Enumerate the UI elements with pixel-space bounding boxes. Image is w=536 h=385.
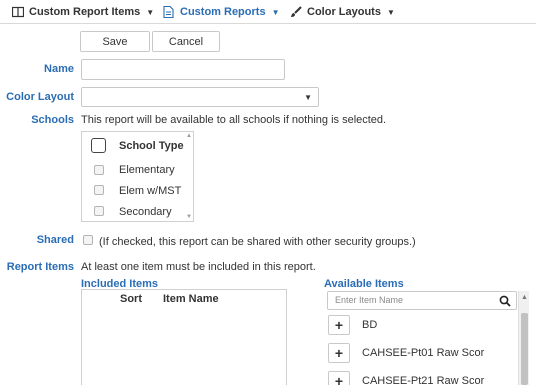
color-layout-select[interactable]: ▼ xyxy=(81,87,319,107)
schools-label: Schools xyxy=(31,114,74,126)
list-item: + BD xyxy=(327,314,377,336)
top-menu-bar: Custom Report Items ▼ Custom Reports ▼ C… xyxy=(0,0,536,24)
school-checkbox-secondary[interactable] xyxy=(94,206,104,216)
name-input[interactable] xyxy=(81,59,285,80)
menu-label: Custom Reports xyxy=(180,6,266,18)
included-items-table: Sort Item Name xyxy=(81,289,287,385)
shared-checkbox[interactable] xyxy=(83,235,93,245)
plus-icon: + xyxy=(334,345,344,361)
add-item-button[interactable]: + xyxy=(328,343,350,363)
menu-label: Color Layouts xyxy=(307,6,381,18)
scroll-up-icon[interactable]: ▲ xyxy=(521,294,528,301)
column-header-item-name[interactable]: Item Name xyxy=(163,293,219,305)
report-items-hint: At least one item must be included in th… xyxy=(81,261,316,273)
available-item-label: BD xyxy=(362,319,378,331)
select-all-checkbox[interactable] xyxy=(91,138,106,153)
list-item: + CAHSEE-Pt21 Raw Scor xyxy=(327,370,484,385)
schools-hint: This report will be available to all sch… xyxy=(81,114,387,126)
report-items-label: Report Items xyxy=(6,261,74,273)
chevron-down-icon: ▼ xyxy=(271,7,280,17)
school-item-label: Elem w/MST xyxy=(119,185,182,197)
color-layout-label: Color Layout xyxy=(6,91,74,103)
available-items-scrollbar[interactable]: ▲ xyxy=(518,291,529,385)
menu-label: Custom Report Items xyxy=(29,6,141,18)
scroll-down-icon[interactable]: ▼ xyxy=(186,214,192,220)
school-checkbox-elementary[interactable] xyxy=(94,165,104,175)
menu-color-layouts[interactable]: Color Layouts ▼ xyxy=(290,0,395,24)
available-items-list: + BD + CAHSEE-Pt01 Raw Scor + CAHSEE-Pt2… xyxy=(327,311,530,385)
add-item-button[interactable]: + xyxy=(328,371,350,385)
available-item-label: CAHSEE-Pt01 Raw Scor xyxy=(362,347,485,359)
school-checkbox-elem-mst[interactable] xyxy=(94,185,104,195)
school-item-label: Elementary xyxy=(119,164,175,176)
scrollbar-thumb[interactable] xyxy=(521,313,528,385)
plus-icon: + xyxy=(334,317,344,333)
column-header-sort[interactable]: Sort xyxy=(120,293,142,305)
add-item-button[interactable]: + xyxy=(328,315,350,335)
document-icon xyxy=(163,5,175,19)
chevron-down-icon: ▼ xyxy=(146,7,155,17)
item-search-field[interactable]: Enter Item Name xyxy=(327,291,517,310)
cancel-button[interactable]: Cancel xyxy=(152,31,220,52)
shared-hint: (If checked, this report can be shared w… xyxy=(99,236,416,248)
chevron-down-icon: ▼ xyxy=(386,7,395,17)
save-button[interactable]: Save xyxy=(80,31,150,52)
available-items-title: Available Items xyxy=(324,278,404,290)
plus-icon: + xyxy=(334,373,344,385)
menu-custom-report-items[interactable]: Custom Report Items ▼ xyxy=(11,0,155,24)
menu-custom-reports[interactable]: Custom Reports ▼ xyxy=(163,0,279,24)
search-icon[interactable] xyxy=(499,295,511,307)
search-placeholder: Enter Item Name xyxy=(335,295,404,305)
school-item-label: Secondary xyxy=(119,206,172,218)
list-item: + CAHSEE-Pt01 Raw Scor xyxy=(327,342,484,364)
name-label: Name xyxy=(44,63,74,75)
paintbrush-icon xyxy=(290,6,302,18)
shared-label: Shared xyxy=(36,234,74,246)
schools-list: School Type Elementary Elem w/MST Second… xyxy=(81,131,194,222)
chevron-down-icon: ▼ xyxy=(304,93,312,102)
table-icon xyxy=(11,6,25,18)
scroll-up-icon[interactable]: ▲ xyxy=(186,133,192,139)
school-type-header: School Type xyxy=(119,140,184,152)
available-item-label: CAHSEE-Pt21 Raw Scor xyxy=(362,375,485,385)
